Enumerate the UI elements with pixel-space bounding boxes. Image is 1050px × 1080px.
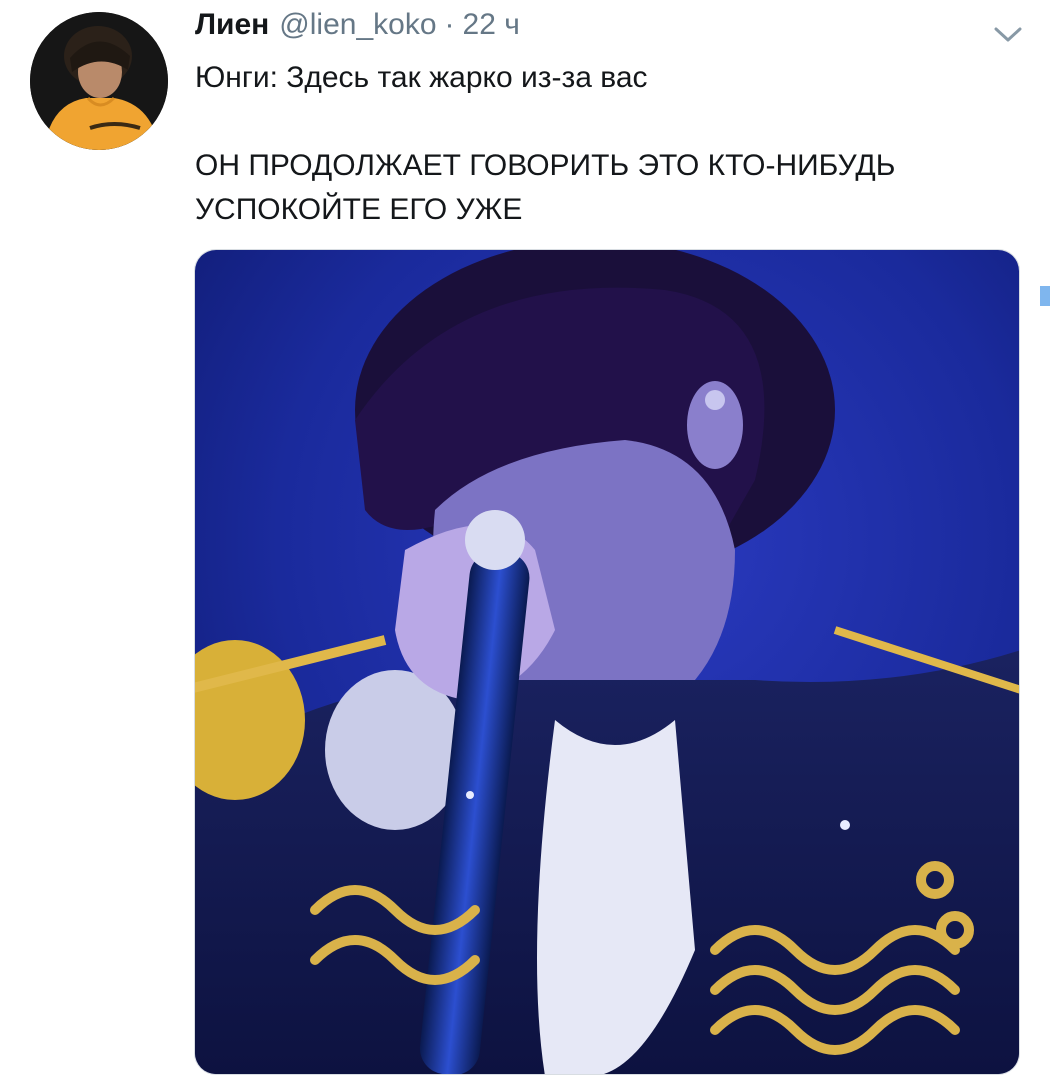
timestamp[interactable]: 22 ч bbox=[463, 8, 520, 42]
tweet-text-line: Юнги: Здесь так жарко из-за вас bbox=[195, 61, 648, 94]
tweet-header: Лиен @lien_koko · 22 ч bbox=[195, 8, 520, 48]
tweet-text-line: УСПОКОЙТЕ ЕГО УЖЕ bbox=[195, 193, 523, 226]
avatar[interactable] bbox=[30, 12, 168, 150]
separator-dot: · bbox=[444, 8, 455, 41]
tweet-media[interactable] bbox=[194, 249, 1020, 1075]
scroll-indicator bbox=[1040, 286, 1050, 306]
user-handle[interactable]: @lien_koko bbox=[279, 8, 436, 42]
chevron-down-icon[interactable] bbox=[990, 22, 1026, 46]
performer-photo bbox=[195, 250, 1019, 1074]
tweet-text-line: ОН ПРОДОЛЖАЕТ ГОВОРИТЬ ЭТО КТО-НИБУДЬ bbox=[195, 149, 896, 182]
display-name[interactable]: Лиен bbox=[195, 8, 269, 42]
tweet[interactable]: Лиен @lien_koko · 22 ч Юнги: Здесь так ж… bbox=[0, 0, 1050, 1080]
profile-photo bbox=[30, 12, 168, 150]
